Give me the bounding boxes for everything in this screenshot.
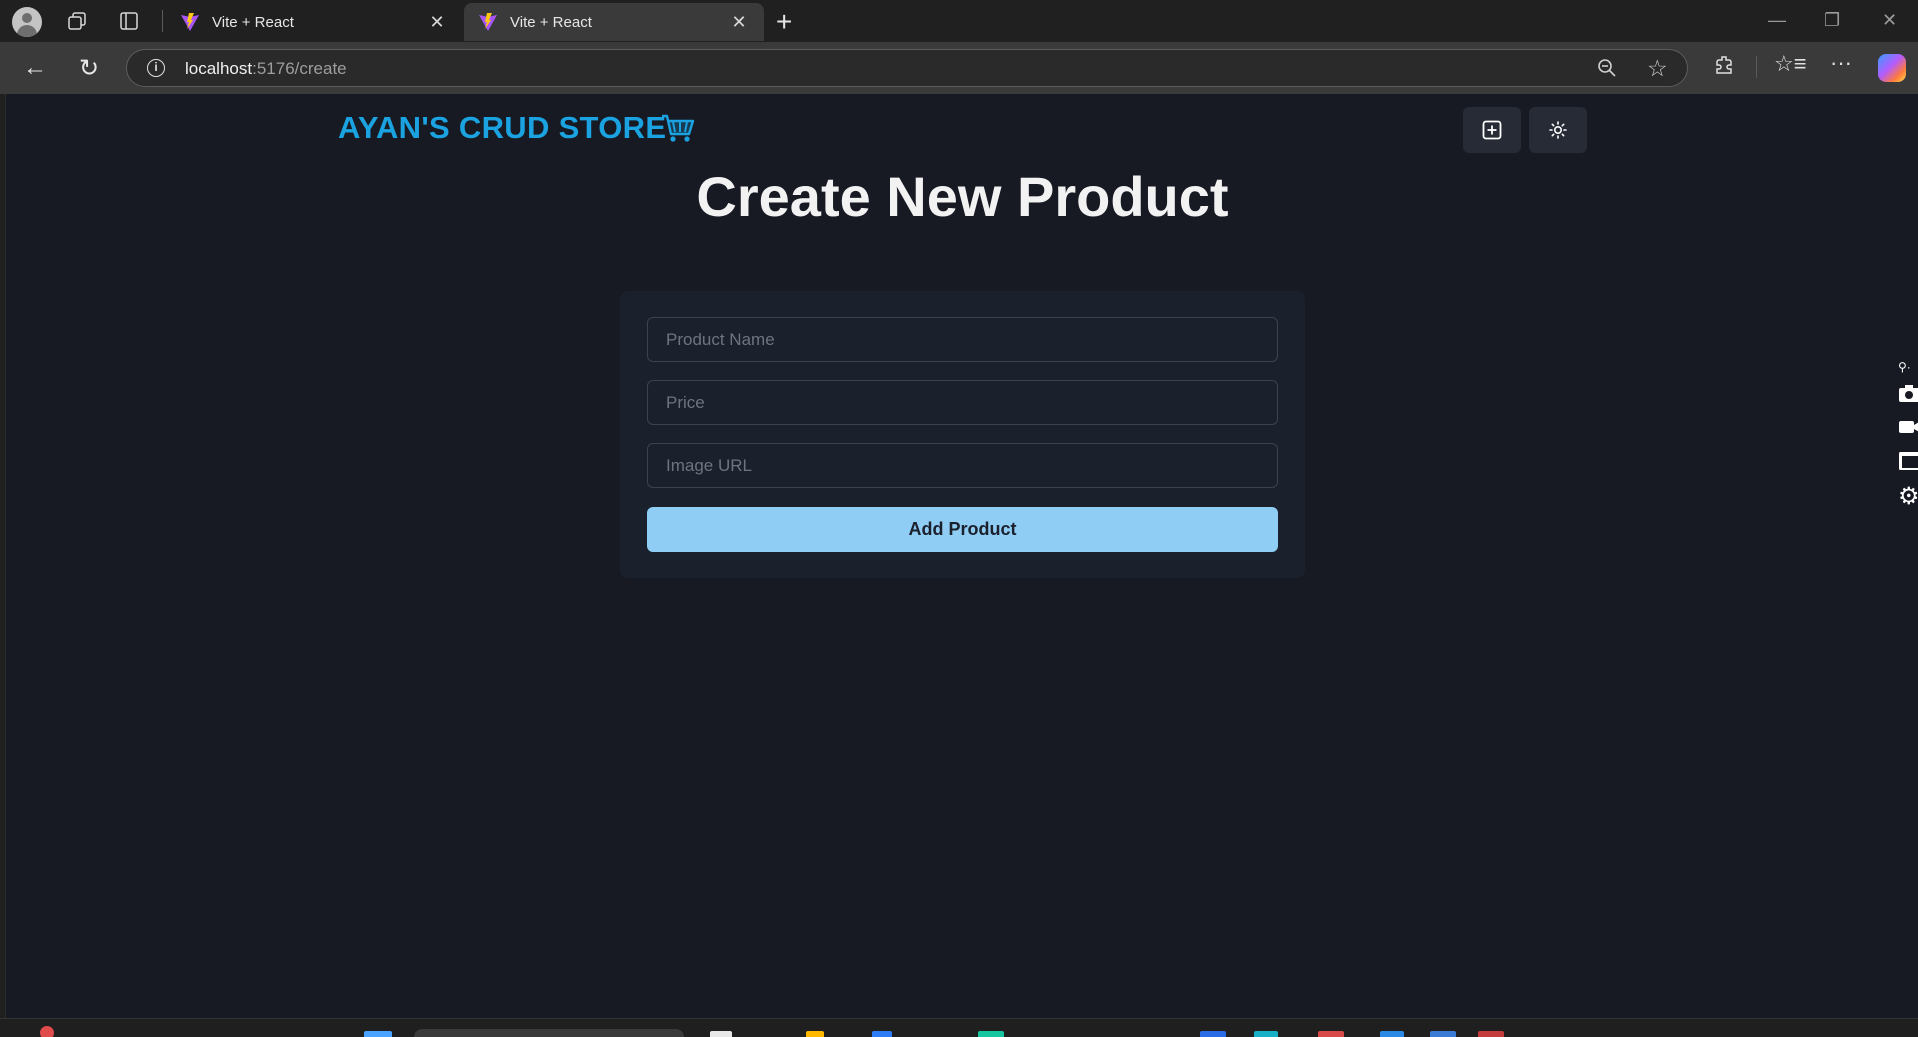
sun-icon — [1549, 121, 1567, 139]
search-box[interactable] — [414, 1029, 684, 1037]
copilot-icon[interactable] — [1878, 54, 1906, 82]
taskbar-app-icon[interactable] — [872, 1031, 892, 1037]
close-window-icon[interactable]: ✕ — [1882, 10, 1897, 31]
favorite-star-icon[interactable]: ☆ — [1647, 55, 1668, 82]
favorites-icon[interactable]: ☆≡ — [1774, 51, 1807, 77]
theme-toggle-button[interactable] — [1529, 107, 1587, 153]
site-info-icon[interactable]: i — [147, 59, 165, 77]
address-bar[interactable]: i localhost:5176/create ☆ — [126, 49, 1688, 87]
tab-bar: Vite + React ✕ Vite + React ✕ + — ❐ ✕ — [0, 0, 1918, 42]
taskbar-app-icon[interactable] — [1254, 1031, 1278, 1037]
window-capture-icon[interactable] — [1898, 450, 1918, 472]
browser-window: Vite + React ✕ Vite + React ✕ + — ❐ ✕ ← … — [0, 0, 1918, 1037]
add-square-icon — [1482, 120, 1502, 140]
os-taskbar — [0, 1018, 1918, 1037]
gear-icon[interactable]: ⚙ — [1898, 482, 1918, 510]
profile-avatar[interactable] — [12, 7, 42, 37]
page-viewport: AYAN'S CRUD STORE Create New Product Pro… — [5, 94, 1918, 1018]
page-title: Create New Product — [696, 165, 1229, 228]
url-text[interactable]: localhost:5176/create — [185, 59, 347, 79]
tab-vite-react-2[interactable]: Vite + React ✕ — [464, 3, 764, 41]
shopping-cart-icon — [662, 114, 695, 142]
taskbar-app-icon[interactable] — [1380, 1031, 1404, 1037]
more-icon[interactable]: ··· — [1830, 50, 1852, 76]
taskbar-app-icon[interactable] — [806, 1031, 824, 1037]
workspaces-icon[interactable] — [66, 10, 88, 32]
price-input[interactable] — [647, 380, 1278, 425]
new-tab-icon[interactable]: + — [776, 6, 792, 38]
add-product-button[interactable]: Add Product — [647, 507, 1278, 552]
tab-label: Vite + React — [212, 13, 294, 31]
create-product-button[interactable] — [1463, 107, 1521, 153]
extensions-icon[interactable] — [1714, 54, 1736, 76]
vite-favicon-icon — [479, 13, 497, 31]
weather-icon[interactable] — [40, 1026, 54, 1037]
camera-icon[interactable] — [1898, 382, 1918, 404]
tab-vite-react-1[interactable]: Vite + React ✕ — [166, 3, 462, 41]
start-icon[interactable] — [364, 1031, 392, 1037]
minimize-icon[interactable]: — — [1768, 10, 1786, 31]
image-url-input[interactable] — [647, 443, 1278, 488]
taskbar-app-icon[interactable] — [1200, 1031, 1226, 1037]
video-icon[interactable] — [1898, 416, 1918, 438]
brand-title[interactable]: AYAN'S CRUD STORE — [338, 110, 666, 146]
product-form: Add Product — [620, 291, 1305, 578]
overlay-toolbar: ⚲· ⚙ — [1896, 360, 1918, 510]
zoom-out-icon[interactable] — [1597, 58, 1617, 78]
back-icon[interactable]: ← — [20, 54, 50, 82]
refresh-icon[interactable]: ↻ — [74, 54, 104, 83]
navigation-bar: ← ↻ i localhost:5176/create ☆ ☆≡ ··· — [0, 42, 1918, 94]
taskbar-app-icon[interactable] — [1318, 1031, 1344, 1037]
taskbar-app-icon[interactable] — [1478, 1031, 1504, 1037]
taskbar-app-icon[interactable] — [1430, 1031, 1456, 1037]
taskbar-app-icon[interactable] — [978, 1031, 1004, 1037]
product-name-input[interactable] — [647, 317, 1278, 362]
tab-label: Vite + React — [510, 13, 592, 31]
link-icon[interactable]: ⚲· — [1898, 360, 1918, 382]
vite-favicon-icon — [181, 13, 199, 31]
close-tab-icon[interactable]: ✕ — [426, 12, 448, 33]
vertical-tabs-icon[interactable] — [118, 10, 140, 32]
taskbar-app-icon[interactable] — [710, 1031, 732, 1037]
close-tab-icon[interactable]: ✕ — [728, 12, 750, 33]
restore-icon[interactable]: ❐ — [1824, 10, 1840, 31]
